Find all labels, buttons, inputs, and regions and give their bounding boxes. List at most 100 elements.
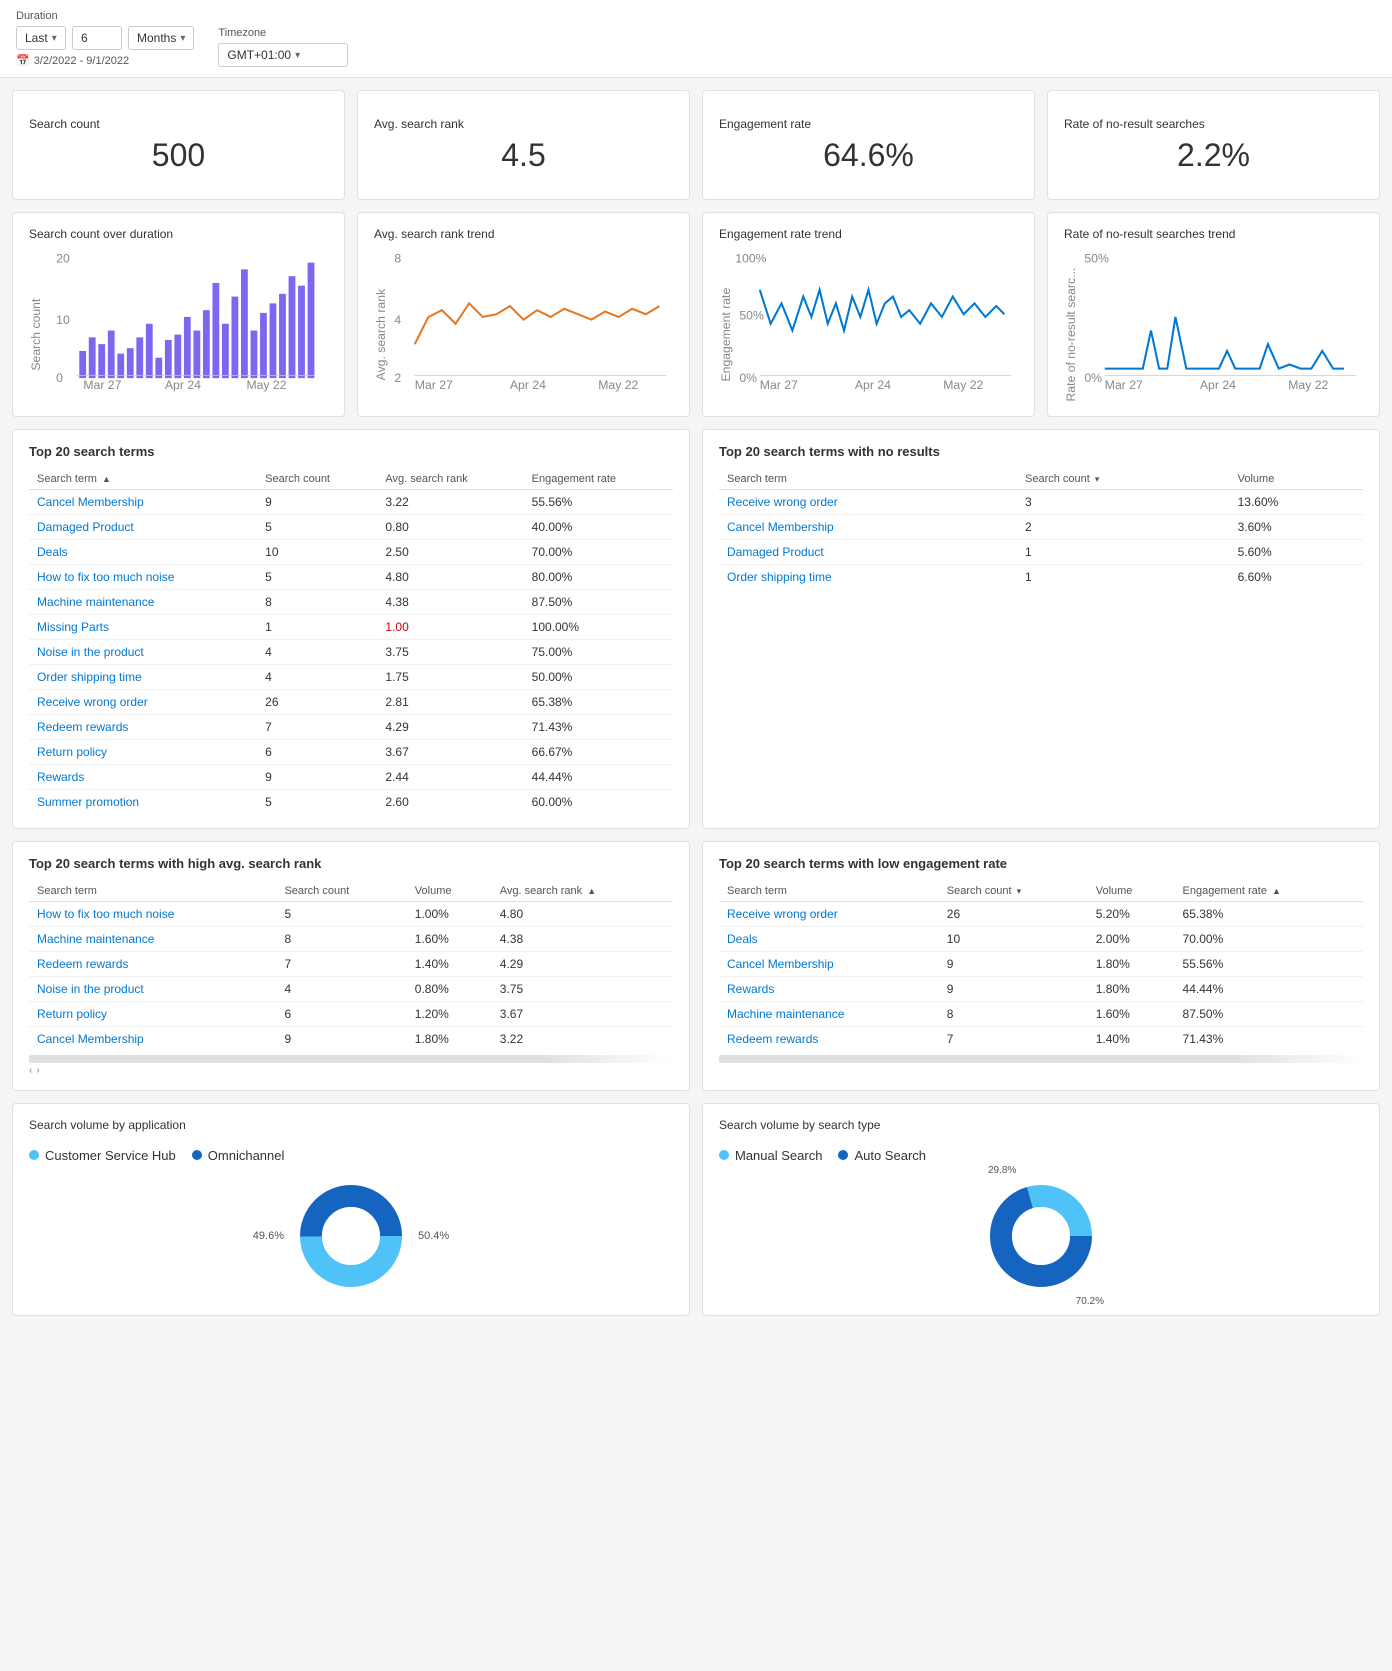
top20-high-rank-card: Top 20 search terms with high avg. searc… bbox=[12, 841, 690, 1091]
svg-text:Apr 24: Apr 24 bbox=[855, 378, 891, 392]
chart-title-1: Avg. search rank trend bbox=[374, 227, 673, 241]
metric-title-3: Rate of no-result searches bbox=[1064, 117, 1363, 131]
svg-text:Apr 24: Apr 24 bbox=[510, 378, 546, 392]
metric-title-1: Avg. search rank bbox=[374, 117, 673, 131]
timezone-arrow-icon: ▾ bbox=[295, 50, 300, 61]
col-nr-term[interactable]: Search term bbox=[719, 469, 1017, 490]
table-row: Deals102.00%70.00% bbox=[719, 926, 1363, 951]
legend-label-auto: Auto Search bbox=[854, 1148, 926, 1163]
col-search-term[interactable]: Search term ▲ bbox=[29, 469, 257, 490]
table-row: Receive wrong order262.8165.38% bbox=[29, 689, 673, 714]
col-avg-rank[interactable]: Avg. search rank bbox=[377, 469, 523, 490]
svg-text:Engagement rate: Engagement rate bbox=[719, 288, 733, 382]
svg-text:Mar 27: Mar 27 bbox=[760, 378, 798, 392]
sort-icon-term: ▲ bbox=[102, 474, 111, 484]
donuts-row: Search volume by application Customer Se… bbox=[12, 1103, 1380, 1316]
col-nr-volume[interactable]: Volume bbox=[1230, 469, 1363, 490]
table-row: Cancel Membership91.80%55.56% bbox=[719, 951, 1363, 976]
chart-title-3: Rate of no-result searches trend bbox=[1064, 227, 1363, 241]
sort-le-count: ▾ bbox=[1017, 886, 1022, 896]
chart-no-result-trend: Rate of no-result searches trend Rate of… bbox=[1047, 212, 1380, 417]
svg-text:8: 8 bbox=[394, 252, 401, 266]
period-arrow-icon: ▾ bbox=[180, 33, 185, 44]
chart-title-0: Search count over duration bbox=[29, 227, 328, 241]
tables-row-1: Top 20 search terms Search term ▲ Search… bbox=[12, 429, 1380, 829]
top-bar: Duration Last ▾ 6 Months ▾ 📅 3/2/2022 - … bbox=[0, 0, 1392, 78]
table-row: Receive wrong order265.20%65.38% bbox=[719, 901, 1363, 926]
svg-text:50%: 50% bbox=[1084, 252, 1109, 266]
donut-type-container: 29.8% 70.2% bbox=[986, 1181, 1096, 1291]
scrollbar-hint-2[interactable] bbox=[719, 1055, 1363, 1063]
top20-terms-title: Top 20 search terms bbox=[29, 444, 673, 459]
table-row: Cancel Membership93.2255.56% bbox=[29, 489, 673, 514]
count-select[interactable]: 6 bbox=[72, 26, 122, 50]
last-select[interactable]: Last ▾ bbox=[16, 26, 66, 50]
scrollbar-hint[interactable] bbox=[29, 1055, 673, 1063]
table-row: How to fix too much noise54.8080.00% bbox=[29, 564, 673, 589]
table-row: Redeem rewards74.2971.43% bbox=[29, 714, 673, 739]
top20-terms-table-wrapper[interactable]: Search term ▲ Search count Avg. search r… bbox=[29, 469, 673, 814]
svg-text:0%: 0% bbox=[739, 371, 757, 385]
line-chart-rank-svg: Avg. search rank 8 4 2 Mar 27 Apr 24 May… bbox=[374, 249, 673, 399]
timezone-select[interactable]: GMT+01:00 ▾ bbox=[218, 43, 348, 67]
svg-text:May 22: May 22 bbox=[1288, 378, 1328, 392]
table-row: Order shipping time16.60% bbox=[719, 564, 1363, 589]
donut-type-svg bbox=[986, 1181, 1096, 1291]
col-hr-term[interactable]: Search term bbox=[29, 881, 276, 902]
svg-text:50%: 50% bbox=[739, 309, 764, 323]
svg-text:20: 20 bbox=[56, 252, 70, 266]
period-select[interactable]: Months ▾ bbox=[128, 26, 194, 50]
dashboard: Search count 500 Avg. search rank 4.5 En… bbox=[0, 78, 1392, 1328]
donut-type-bottom-label: 70.2% bbox=[1076, 1296, 1104, 1307]
col-search-count[interactable]: Search count bbox=[257, 469, 377, 490]
table-row: Receive wrong order313.60% bbox=[719, 489, 1363, 514]
svg-text:May 22: May 22 bbox=[943, 378, 983, 392]
svg-text:May 22: May 22 bbox=[598, 378, 638, 392]
top20-low-engagement-card: Top 20 search terms with low engagement … bbox=[702, 841, 1380, 1091]
svg-text:0: 0 bbox=[56, 371, 63, 385]
legend-dot-csh bbox=[29, 1150, 39, 1160]
table-row: Noise in the product40.80%3.75 bbox=[29, 976, 673, 1001]
table-row: Return policy63.6766.67% bbox=[29, 739, 673, 764]
top20-no-results-card: Top 20 search terms with no results Sear… bbox=[702, 429, 1380, 829]
col-engagement[interactable]: Engagement rate bbox=[524, 469, 673, 490]
svg-text:0%: 0% bbox=[1084, 371, 1102, 385]
table-row: Cancel Membership91.80%3.22 bbox=[29, 1026, 673, 1051]
table-row: Deals102.5070.00% bbox=[29, 539, 673, 564]
col-le-count[interactable]: Search count ▾ bbox=[939, 881, 1088, 902]
top20-low-engagement-title: Top 20 search terms with low engagement … bbox=[719, 856, 1363, 871]
col-hr-volume[interactable]: Volume bbox=[407, 881, 492, 902]
svg-text:100%: 100% bbox=[735, 252, 766, 266]
table-row: Redeem rewards71.40%4.29 bbox=[29, 951, 673, 976]
col-hr-rank[interactable]: Avg. search rank ▲ bbox=[492, 881, 673, 902]
legend-dot-manual bbox=[719, 1150, 729, 1160]
donut-app-svg bbox=[296, 1181, 406, 1291]
svg-text:Mar 27: Mar 27 bbox=[415, 378, 453, 392]
donut-type-title: Search volume by search type bbox=[719, 1118, 1363, 1132]
col-nr-count[interactable]: Search count ▾ bbox=[1017, 469, 1230, 490]
metric-value-2: 64.6% bbox=[719, 137, 1018, 174]
metric-value-1: 4.5 bbox=[374, 137, 673, 174]
table-row: Rewards92.4444.44% bbox=[29, 764, 673, 789]
table-row: Redeem rewards71.40%71.43% bbox=[719, 1026, 1363, 1051]
svg-text:Apr 24: Apr 24 bbox=[165, 378, 201, 392]
legend-dot-auto bbox=[838, 1150, 848, 1160]
table-row: Missing Parts11.00100.00% bbox=[29, 614, 673, 639]
top20-no-results-table: Search term Search count ▾ Volume Receiv… bbox=[719, 469, 1363, 589]
top20-low-engagement-table-wrapper[interactable]: Search term Search count ▾ Volume Engage… bbox=[719, 881, 1363, 1063]
metric-avg-rank: Avg. search rank 4.5 bbox=[357, 90, 690, 200]
svg-text:Apr 24: Apr 24 bbox=[1200, 378, 1236, 392]
top20-high-rank-table: Search term Search count Volume Avg. sea… bbox=[29, 881, 673, 1051]
sort-hr-rank: ▲ bbox=[587, 886, 596, 896]
col-le-engagement[interactable]: Engagement rate ▲ bbox=[1175, 881, 1363, 902]
col-le-term[interactable]: Search term bbox=[719, 881, 939, 902]
top20-no-results-table-wrapper[interactable]: Search term Search count ▾ Volume Receiv… bbox=[719, 469, 1363, 589]
metrics-row: Search count 500 Avg. search rank 4.5 En… bbox=[12, 90, 1380, 200]
timezone-control: Timezone GMT+01:00 ▾ bbox=[218, 27, 348, 67]
col-le-volume[interactable]: Volume bbox=[1088, 881, 1175, 902]
metric-search-count: Search count 500 bbox=[12, 90, 345, 200]
metric-no-result: Rate of no-result searches 2.2% bbox=[1047, 90, 1380, 200]
top20-high-rank-table-wrapper[interactable]: Search term Search count Volume Avg. sea… bbox=[29, 881, 673, 1076]
col-hr-count[interactable]: Search count bbox=[276, 881, 406, 902]
svg-text:May 22: May 22 bbox=[246, 378, 286, 392]
